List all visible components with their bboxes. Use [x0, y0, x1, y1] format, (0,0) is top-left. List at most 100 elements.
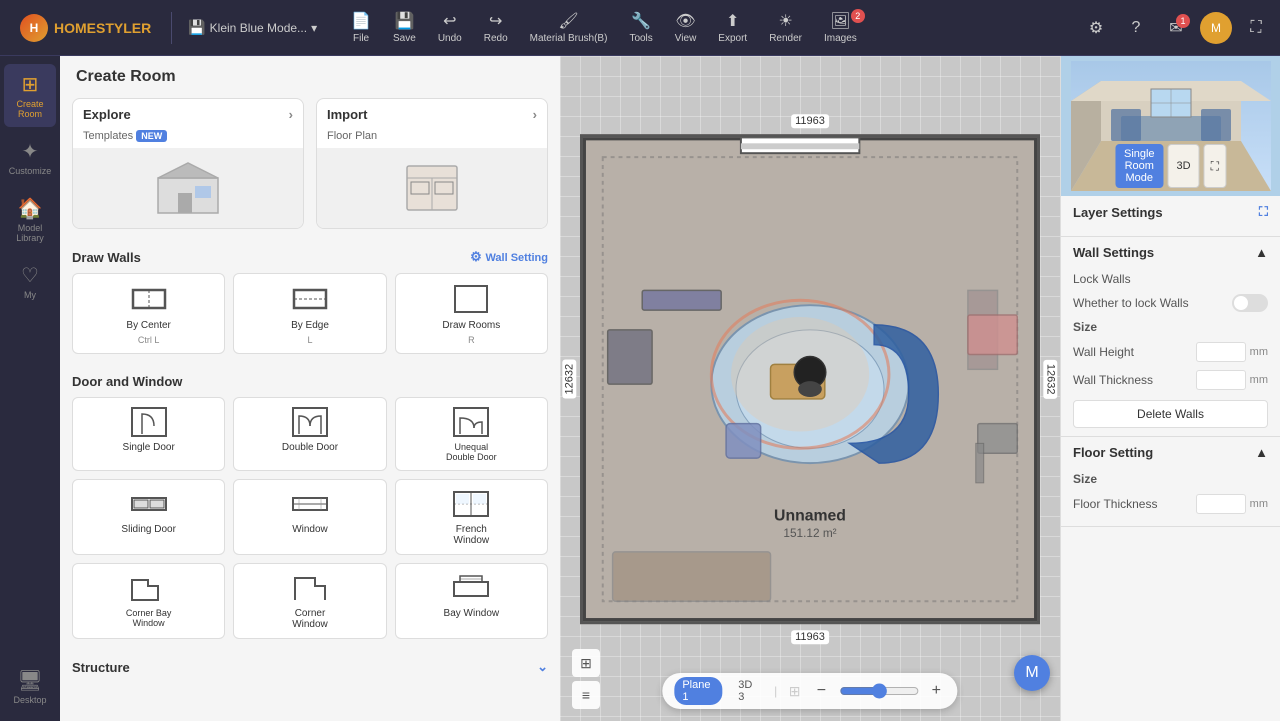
double-door-item[interactable]: Double Door — [233, 397, 386, 471]
zoom-out-button[interactable]: − — [812, 680, 831, 702]
project-name-label: Klein Blue Mode... — [210, 21, 307, 35]
wall-settings-title[interactable]: Wall Settings ▲ — [1073, 245, 1268, 260]
import-floor-plan-card[interactable]: Import › Floor Plan — [316, 98, 548, 229]
create-room-cards: Explore › Templates NEW — [60, 98, 560, 241]
wall-setting-button[interactable]: ⚙ Wall Setting — [470, 249, 548, 265]
undo-button[interactable]: ↩ Undo — [428, 7, 472, 48]
snap-tool-button[interactable]: ⊞ — [572, 649, 600, 677]
grid-tool-button[interactable]: ≡ — [572, 681, 600, 709]
zoom-fit-button[interactable]: ⊞ — [785, 680, 804, 702]
wall-tools-grid: By Center Ctrl L By Edge L Draw Rooms R — [60, 273, 560, 366]
corner-bay-window-item[interactable]: Corner BayWindow — [72, 563, 225, 639]
user-avatar[interactable]: M — [1200, 12, 1232, 44]
sidebar-item-create-room[interactable]: ⊞ CreateRoom — [4, 64, 56, 127]
undo-icon: ↩ — [443, 11, 456, 31]
tools-icon: 🔧 — [631, 11, 651, 31]
app-name: HOMESTYLER — [54, 20, 151, 36]
toolbar: H HOMESTYLER 💾 Klein Blue Mode... ▾ 📄 Fi… — [0, 0, 1280, 56]
unequal-double-door-item[interactable]: UnequalDouble Door — [395, 397, 548, 471]
export-icon: ⬆ — [726, 11, 739, 31]
images-button[interactable]: 🖼 Images 2 — [814, 7, 867, 48]
floor-thickness-row: Floor Thickness 100 mm — [1073, 490, 1268, 518]
bay-window-item[interactable]: Bay Window — [395, 563, 548, 639]
delete-walls-button[interactable]: Delete Walls — [1073, 400, 1268, 428]
dimension-right: 12632 — [1044, 359, 1058, 398]
help-button[interactable]: ? — [1120, 12, 1152, 44]
wall-height-unit: mm — [1250, 346, 1268, 358]
explore-sub: Templates NEW — [73, 130, 303, 148]
save-button[interactable]: 💾 Save — [383, 7, 426, 48]
corner-window-item[interactable]: CornerWindow — [233, 563, 386, 639]
floor-settings-collapse-icon[interactable]: ▲ — [1255, 445, 1268, 460]
import-label: Import — [327, 107, 367, 122]
export-button[interactable]: ⬆ Export — [708, 7, 757, 48]
sliding-door-item[interactable]: Sliding Door — [72, 479, 225, 555]
save-icon: 💾 — [188, 19, 205, 36]
explore-arrow: › — [289, 107, 293, 122]
sidebar-item-my[interactable]: ♡ My — [4, 255, 56, 308]
redo-button[interactable]: ↪ Redo — [474, 7, 518, 48]
zoom-in-button[interactable]: + — [927, 680, 946, 702]
3d-view-button[interactable]: 3D 3 — [730, 677, 766, 705]
by-edge-tool[interactable]: By Edge L — [233, 273, 386, 354]
view-icon: 👁 — [675, 11, 695, 31]
app-logo[interactable]: H HOMESTYLER — [8, 14, 163, 42]
layer-settings-expand-icon[interactable]: ⛶ — [1259, 204, 1268, 220]
my-icon: ♡ — [21, 263, 39, 288]
new-badge: NEW — [136, 130, 167, 142]
sidebar-item-desktop[interactable]: 🖥 Desktop — [4, 660, 56, 713]
single-room-mode-button[interactable]: Single Room Mode — [1115, 144, 1164, 188]
logo-icon: H — [20, 14, 48, 42]
save-icon-tb: 💾 — [394, 11, 414, 31]
draw-rooms-tool[interactable]: Draw Rooms R — [395, 273, 548, 354]
plane-view-button[interactable]: Plane 1 — [674, 677, 722, 705]
canvas-area[interactable]: 11963 11963 12632 12632 — [560, 56, 1060, 721]
lock-walls-toggle[interactable] — [1232, 294, 1268, 312]
file-button[interactable]: 📄 File — [341, 7, 381, 48]
wall-settings-collapse-icon[interactable]: ▲ — [1255, 245, 1268, 260]
french-window-item[interactable]: FrenchWindow — [395, 479, 548, 555]
single-door-item[interactable]: Single Door — [72, 397, 225, 471]
settings-button[interactable]: ⚙ — [1080, 12, 1112, 44]
by-edge-label: By Edge — [291, 320, 329, 331]
zoom-slider[interactable] — [839, 683, 919, 699]
project-name[interactable]: 💾 Klein Blue Mode... ▾ — [180, 15, 325, 40]
preview-expand-button[interactable]: ⛶ — [1204, 144, 1226, 188]
notification-button[interactable]: ✉ 1 — [1160, 12, 1192, 44]
layer-settings-title[interactable]: Layer Settings ⛶ — [1073, 204, 1268, 220]
tools-button[interactable]: 🔧 Tools — [619, 7, 662, 48]
view-button[interactable]: 👁 View — [665, 7, 707, 48]
window-item[interactable]: Window — [233, 479, 386, 555]
sidebar-item-customize[interactable]: ✦ Customize — [4, 131, 56, 184]
toolbar-right: ⚙ ? ✉ 1 M ⛶ — [1080, 12, 1272, 44]
wall-settings-section: Wall Settings ▲ Lock Walls Whether to lo… — [1061, 237, 1280, 437]
wall-height-input[interactable]: 6000 — [1196, 342, 1246, 362]
explore-templates-card[interactable]: Explore › Templates NEW — [72, 98, 304, 229]
whether-lock-label: Whether to lock Walls — [1073, 296, 1189, 310]
preview-controls: Single Room Mode 3D ⛶ — [1115, 144, 1226, 188]
wall-thickness-label: Wall Thickness — [1073, 373, 1153, 387]
structure-expand-icon[interactable]: ⌄ — [537, 659, 548, 675]
wall-thickness-input[interactable]: 240 — [1196, 370, 1246, 390]
by-center-tool[interactable]: By Center Ctrl L — [72, 273, 225, 354]
preview-3d-button[interactable]: 3D — [1168, 144, 1200, 188]
material-brush-button[interactable]: 🖌 Material Brush(B) — [520, 7, 618, 48]
sidebar-item-model-library[interactable]: 🏠 ModelLibrary — [4, 188, 56, 251]
lock-walls-row: Lock Walls — [1073, 268, 1268, 290]
wall-height-row: Wall Height 6000 mm — [1073, 338, 1268, 366]
dropdown-icon: ▾ — [311, 21, 317, 35]
left-nav: ⊞ CreateRoom ✦ Customize 🏠 ModelLibrary … — [0, 56, 60, 721]
canvas-left-tools: ⊞ ≡ — [572, 649, 600, 709]
redo-icon: ↪ — [489, 11, 502, 31]
room-outline: Unnamed 151.12 m² — [580, 134, 1040, 624]
render-button[interactable]: ☀ Render — [759, 7, 812, 48]
structure-label: Structure — [72, 660, 130, 675]
fullscreen-button[interactable]: ⛶ — [1240, 12, 1272, 44]
size-label-row: Size — [1073, 316, 1268, 338]
floor-settings-title[interactable]: Floor Setting ▲ — [1073, 445, 1268, 460]
floor-thickness-input[interactable]: 100 — [1196, 494, 1246, 514]
left-panel: Create Room Explore › Templates NEW — [60, 56, 560, 721]
file-icon: 📄 — [351, 11, 371, 31]
toolbar-tools: 📄 File 💾 Save ↩ Undo ↪ Redo 🖌 Material B… — [341, 7, 867, 48]
door-window-section: Door and Window — [60, 366, 560, 397]
